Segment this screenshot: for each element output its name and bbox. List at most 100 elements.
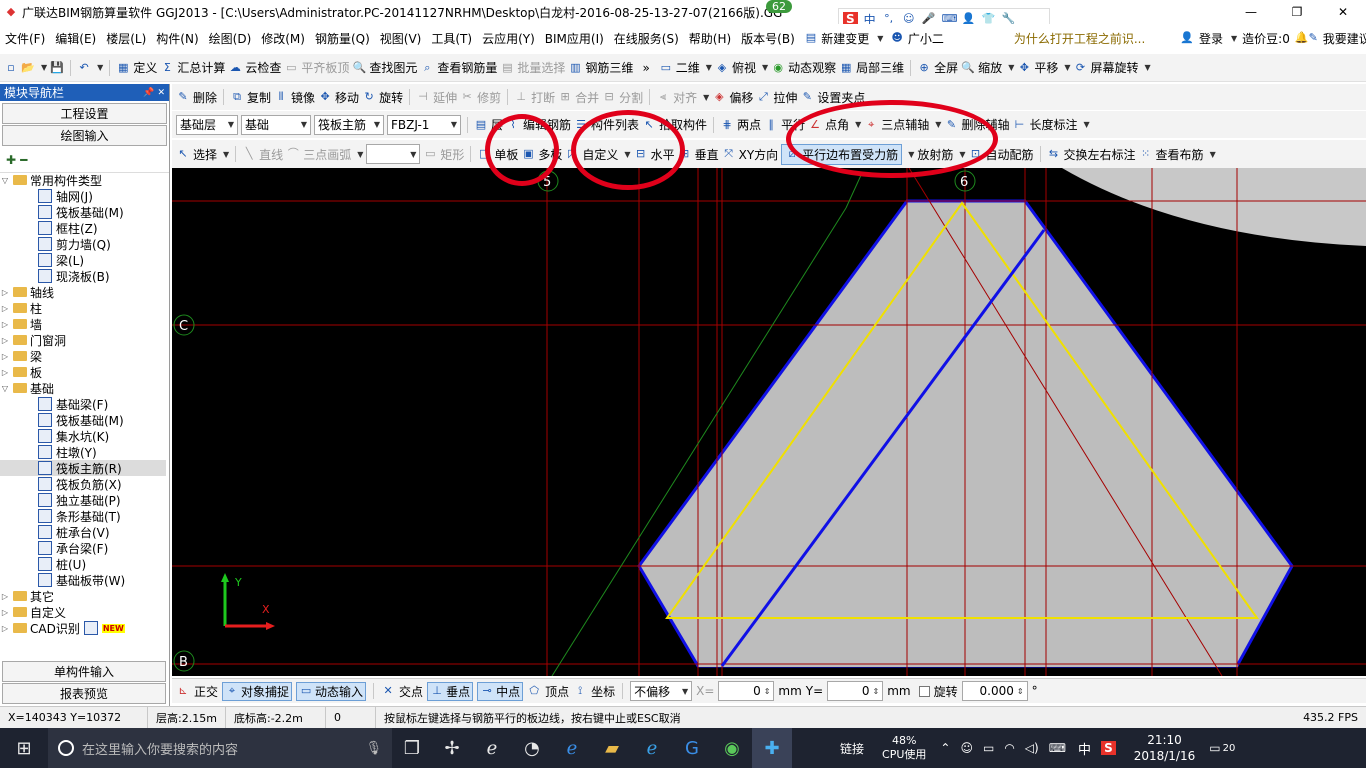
new-change-button[interactable]: 新建变更	[816, 30, 874, 47]
rotate-button[interactable]: 旋转	[379, 89, 403, 106]
tree-item[interactable]: 筏板基础(M)	[0, 412, 166, 428]
intersect-toggle[interactable]: 交点	[399, 683, 423, 700]
cloud-check-button[interactable]: 云检查	[245, 59, 281, 76]
rotate-checkbox[interactable]	[918, 685, 930, 697]
tree-item[interactable]: 桩(U)	[0, 556, 166, 572]
tree-item[interactable]: 集水坑(K)	[0, 428, 166, 444]
split-button[interactable]: 分割	[619, 89, 643, 106]
tray-link[interactable]: 链接	[840, 740, 864, 757]
menu-component[interactable]: 构件(N)	[151, 30, 203, 47]
tree-wall[interactable]: ▷ 墙	[0, 316, 166, 332]
menu-help[interactable]: 帮助(H)	[684, 30, 736, 47]
rebar-3d-button[interactable]: 钢筋三维	[585, 59, 633, 76]
view-rebar-qty-button[interactable]: 查看钢筋量	[437, 59, 497, 76]
xy-direction-button[interactable]: XY方向	[739, 146, 779, 163]
notification-center[interactable]: ▭ 20	[1209, 741, 1235, 755]
merge-button[interactable]: 合并	[575, 89, 599, 106]
ortho-toggle[interactable]: 正交	[194, 683, 218, 700]
align-button[interactable]: 对齐	[673, 89, 697, 106]
tray-people-icon[interactable]: ☺	[960, 741, 973, 755]
tree-item[interactable]: 柱墩(Y)	[0, 444, 166, 460]
undo-icon[interactable]: ↶	[77, 61, 91, 75]
align-slab-top-button[interactable]: 平齐板顶	[301, 59, 349, 76]
tree-item[interactable]: 梁(L)	[0, 252, 166, 268]
break-button[interactable]: 打断	[531, 89, 555, 106]
ie2-icon[interactable]: ℯ	[632, 728, 672, 768]
tree-item[interactable]: 框柱(Z)	[0, 220, 166, 236]
type-select[interactable]: 筏板主筋 ▼	[314, 114, 384, 135]
navigator-pin-close[interactable]: 📌 ✕	[143, 88, 165, 98]
swap-label-button[interactable]: 交换左右标注	[1064, 146, 1136, 163]
rect-button[interactable]: 矩形	[440, 146, 464, 163]
menu-version[interactable]: 版本号(B)	[736, 30, 800, 47]
tree-beam[interactable]: ▷ 梁	[0, 348, 166, 364]
menu-floor[interactable]: 楼层(L)	[101, 30, 151, 47]
tree-item[interactable]: 基础板带(W)	[0, 572, 166, 588]
login-button[interactable]: 登录	[1194, 30, 1228, 47]
rotate-screen-select[interactable]: 屏幕旋转	[1091, 59, 1139, 76]
tray-lang[interactable]: 中	[1078, 739, 1091, 758]
offset-button[interactable]: 偏移	[729, 89, 753, 106]
tree-item[interactable]: 轴网(J)	[0, 188, 166, 204]
tree-item[interactable]: 承台梁(F)	[0, 540, 166, 556]
tray-volume-icon[interactable]: ◁)	[1025, 741, 1039, 755]
menu-modify[interactable]: 修改(M)	[256, 30, 310, 47]
tree-other[interactable]: ▷ 其它	[0, 588, 166, 604]
pan-select[interactable]: 平移	[1034, 59, 1058, 76]
trim-button[interactable]: 修剪	[477, 89, 501, 106]
top-view-select[interactable]: 俯视	[732, 59, 756, 76]
view-rebar-button[interactable]: 查看布筋	[1156, 146, 1204, 163]
project-settings-button[interactable]: 工程设置	[2, 103, 167, 124]
drawing-canvas[interactable]: 5 6 C B Y X	[172, 168, 1366, 676]
start-button[interactable]: ⊞	[0, 728, 48, 768]
copy-button[interactable]: 复制	[247, 89, 271, 106]
vertex-toggle[interactable]: 顶点	[545, 683, 569, 700]
dynamic-input-toggle[interactable]: ▭ 动态输入	[296, 681, 367, 701]
close-button[interactable]: ✕	[1320, 0, 1366, 24]
define-button[interactable]: 定义	[133, 59, 157, 76]
offset-select[interactable]: 不偏移 ▼	[630, 681, 693, 701]
extend-button[interactable]: 延伸	[433, 89, 457, 106]
menu-rebar-qty[interactable]: 钢筋量(Q)	[310, 30, 375, 47]
length-dim-button[interactable]: 长度标注	[1029, 116, 1077, 133]
menu-file[interactable]: 文件(F)	[0, 30, 50, 47]
menu-online[interactable]: 在线服务(S)	[609, 30, 684, 47]
new-file-icon[interactable]: ▫	[4, 61, 18, 75]
fan-app-icon[interactable]: ✢	[432, 728, 472, 768]
active-app-icon[interactable]: ✚	[752, 728, 792, 768]
task-view-icon[interactable]: ❐	[392, 728, 432, 768]
x-input[interactable]: 0 ⇕	[718, 681, 775, 701]
green-app-icon[interactable]: ◉	[712, 728, 752, 768]
angle-input[interactable]: 0.000 ⇕	[961, 681, 1028, 701]
menu-tools[interactable]: 工具(T)	[426, 30, 477, 47]
arc-button[interactable]: 三点画弧	[303, 146, 351, 163]
y-input[interactable]: 0 ⇕	[827, 681, 884, 701]
tree-item[interactable]: 筏板基础(M)	[0, 204, 166, 220]
midpoint-toggle[interactable]: ⊸ 中点	[477, 681, 524, 701]
price-bean[interactable]: 造价豆:0	[1237, 30, 1295, 47]
move-button[interactable]: 移动	[335, 89, 359, 106]
view-2d-select[interactable]: 二维	[676, 59, 700, 76]
save-icon[interactable]: 💾	[50, 61, 64, 75]
menu-view[interactable]: 视图(V)	[375, 30, 427, 47]
tree-item[interactable]: 基础梁(F)	[0, 396, 166, 412]
tray-battery-icon[interactable]: ▭	[983, 741, 994, 755]
bell-icon[interactable]: 🔔	[1295, 31, 1309, 45]
tree-column[interactable]: ▷ 柱	[0, 300, 166, 316]
tree-item-selected[interactable]: 筏板主筋(R)	[0, 460, 166, 476]
browser-icon[interactable]: ◔	[512, 728, 552, 768]
local-3d-button[interactable]: 局部三维	[856, 59, 904, 76]
single-input-button[interactable]: 单构件输入	[2, 661, 166, 682]
dyn-observe-button[interactable]: 动态观察	[788, 59, 836, 76]
name-select[interactable]: FBZJ-1 ▼	[387, 114, 461, 135]
mic-icon[interactable]: 🎙	[365, 741, 382, 756]
zoom-select[interactable]: 缩放	[978, 59, 1002, 76]
minimize-button[interactable]: —	[1228, 0, 1274, 24]
coord-toggle[interactable]: 坐标	[591, 683, 615, 700]
drawing-input-button[interactable]: 绘图输入	[2, 125, 167, 146]
arc-mode-select[interactable]: ▼	[366, 144, 421, 164]
open-file-icon[interactable]: 📂	[21, 61, 35, 75]
stretch-button[interactable]: 拉伸	[773, 89, 797, 106]
category-select[interactable]: 基础 ▼	[241, 114, 311, 135]
suggest-button[interactable]: 我要建议	[1318, 30, 1366, 47]
